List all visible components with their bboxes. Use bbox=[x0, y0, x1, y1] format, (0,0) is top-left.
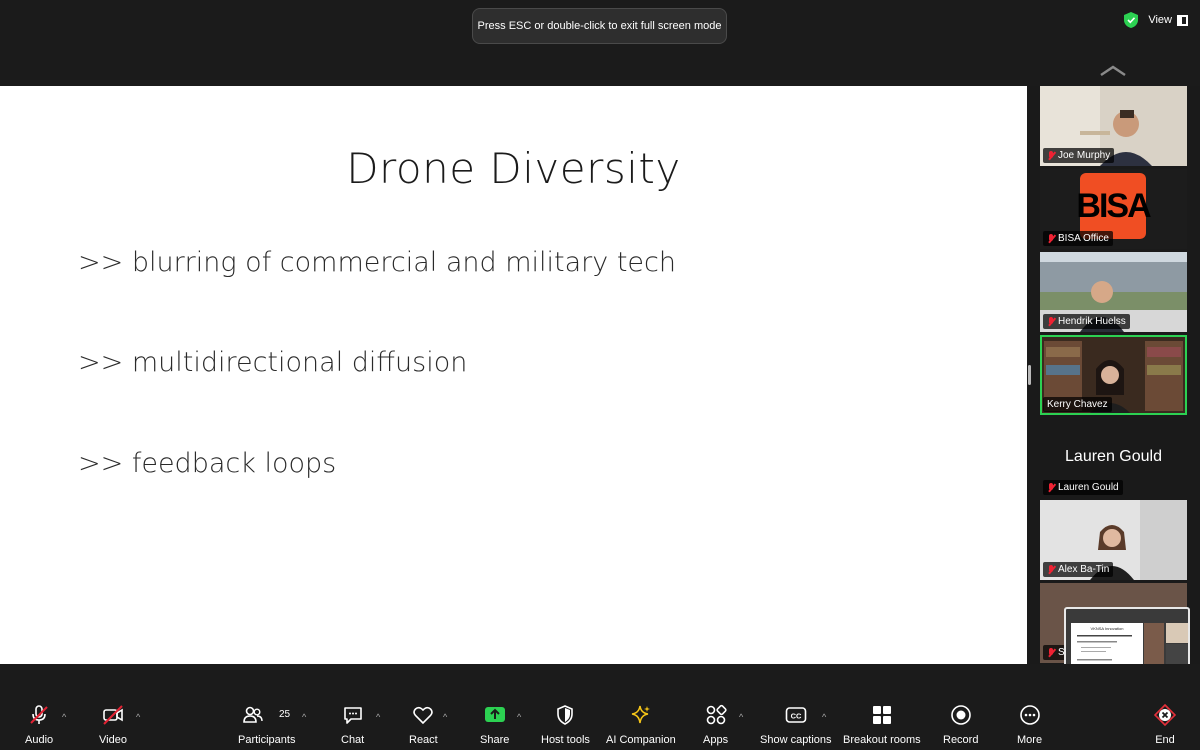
resize-handle[interactable] bbox=[1028, 365, 1031, 385]
participant-tile-joe-murphy[interactable]: Joe Murphy bbox=[1040, 86, 1187, 166]
more-icon bbox=[1019, 705, 1040, 725]
fullscreen-exit-banner[interactable]: Press ESC or double-click to exit full s… bbox=[472, 8, 727, 44]
video-off-icon bbox=[103, 705, 123, 725]
muted-mic-icon bbox=[1047, 233, 1055, 244]
name-tag: Hendrik Huelss bbox=[1043, 314, 1130, 329]
muted-microphone-icon bbox=[30, 705, 48, 724]
breakout-rooms-icon bbox=[872, 706, 891, 724]
end-meeting-button[interactable]: End bbox=[1154, 704, 1176, 746]
participant-tile-lauren-gould[interactable]: Lauren Gould Lauren Gould bbox=[1040, 418, 1187, 498]
show-captions-button[interactable]: CC Show captions bbox=[760, 704, 832, 746]
apps-button[interactable]: Apps bbox=[703, 704, 728, 746]
top-right-controls: View bbox=[1124, 12, 1188, 28]
chat-icon bbox=[343, 707, 362, 724]
muted-mic-icon bbox=[1047, 564, 1055, 575]
name-tag: Joe Murphy bbox=[1043, 148, 1115, 163]
breakout-rooms-button[interactable]: Breakout rooms bbox=[843, 704, 921, 746]
captions-options-caret[interactable]: ^ bbox=[822, 712, 826, 722]
video-button[interactable]: Video bbox=[99, 704, 127, 746]
chat-options-caret[interactable]: ^ bbox=[376, 712, 380, 722]
end-icon bbox=[1154, 704, 1176, 726]
participants-count: 25 bbox=[279, 709, 291, 720]
apps-label: Apps bbox=[703, 734, 729, 746]
breakout-rooms-label: Breakout rooms bbox=[843, 734, 921, 746]
video-options-caret[interactable]: ^ bbox=[136, 712, 140, 722]
top-bar: Press ESC or double-click to exit full s… bbox=[0, 0, 1200, 86]
share-options-caret[interactable]: ^ bbox=[517, 712, 521, 722]
name-tag: Alex Ba-Tin bbox=[1043, 562, 1114, 577]
video-label: Video bbox=[99, 734, 127, 746]
ai-companion-button[interactable]: AI Companion bbox=[606, 704, 676, 746]
host-tools-button[interactable]: Host tools bbox=[541, 704, 590, 746]
layout-icon bbox=[1177, 14, 1188, 26]
shield-icon[interactable] bbox=[1124, 12, 1139, 28]
end-label: End bbox=[1155, 734, 1175, 746]
bisa-logo: BISA bbox=[1076, 173, 1152, 239]
audio-button[interactable]: Audio bbox=[25, 704, 53, 746]
react-options-caret[interactable]: ^ bbox=[443, 712, 447, 722]
shared-screen: Drone Diversity >> blurring of commercia… bbox=[0, 86, 1027, 664]
ai-companion-label: AI Companion bbox=[606, 734, 676, 746]
chevron-up-icon[interactable] bbox=[1098, 64, 1128, 78]
apps-options-caret[interactable]: ^ bbox=[739, 712, 743, 722]
closed-captions-icon: CC bbox=[785, 707, 807, 723]
muted-mic-icon bbox=[1047, 316, 1055, 327]
more-button[interactable]: More bbox=[1017, 704, 1042, 746]
muted-mic-icon bbox=[1047, 482, 1055, 493]
record-button[interactable]: Record bbox=[943, 704, 978, 746]
slide-bullet: >> blurring of commercial and military t… bbox=[78, 247, 676, 278]
captions-glyph: CC bbox=[790, 712, 801, 721]
meeting-toolbar: Audio ^ Video ^ Participants 25 ^ Chat ^ bbox=[0, 664, 1200, 750]
participants-label: Participants bbox=[238, 734, 296, 746]
apps-icon bbox=[706, 704, 727, 725]
participants-options-caret[interactable]: ^ bbox=[302, 712, 306, 722]
muted-mic-icon bbox=[1047, 150, 1055, 161]
host-tools-label: Host tools bbox=[541, 734, 590, 746]
chat-label: Chat bbox=[341, 734, 365, 746]
name-tag: BISA Office bbox=[1043, 231, 1113, 246]
record-label: Record bbox=[943, 734, 979, 746]
share-button[interactable]: Share bbox=[480, 704, 509, 746]
participant-tile-hendrik-huelss[interactable]: Hendrik Huelss bbox=[1040, 252, 1187, 332]
slide-bullet: >> feedback loops bbox=[78, 448, 337, 479]
audio-options-caret[interactable]: ^ bbox=[62, 712, 66, 722]
share-screen-icon bbox=[484, 707, 505, 722]
participant-tile-bisa-office[interactable]: BISA BISA Office bbox=[1040, 169, 1187, 249]
more-label: More bbox=[1017, 734, 1043, 746]
view-button[interactable]: View bbox=[1148, 14, 1188, 26]
chat-button[interactable]: Chat bbox=[341, 704, 364, 746]
react-button[interactable]: React bbox=[409, 704, 438, 746]
shield-icon bbox=[557, 705, 574, 725]
participant-tile-kerry-chavez[interactable]: Kerry Chavez bbox=[1040, 335, 1187, 415]
name-tag: Lauren Gould bbox=[1043, 480, 1123, 495]
name-tag: Kerry Chavez bbox=[1043, 397, 1112, 412]
share-label: Share bbox=[480, 734, 510, 746]
participants-icon bbox=[242, 706, 263, 723]
audio-label: Audio bbox=[25, 734, 54, 746]
muted-mic-icon bbox=[1047, 647, 1055, 658]
heart-icon bbox=[413, 706, 434, 725]
show-captions-label: Show captions bbox=[760, 734, 832, 746]
view-label: View bbox=[1148, 14, 1172, 26]
sparkle-icon bbox=[631, 705, 650, 724]
react-label: React bbox=[409, 734, 438, 746]
record-icon bbox=[950, 705, 971, 725]
slide-title: Drone Diversity bbox=[346, 144, 681, 193]
slide-bullet: >> multidirectional diffusion bbox=[78, 347, 468, 378]
participant-tile-alex-ba-tin[interactable]: Alex Ba-Tin bbox=[1040, 500, 1187, 580]
participant-display-name: Lauren Gould bbox=[1065, 448, 1162, 465]
